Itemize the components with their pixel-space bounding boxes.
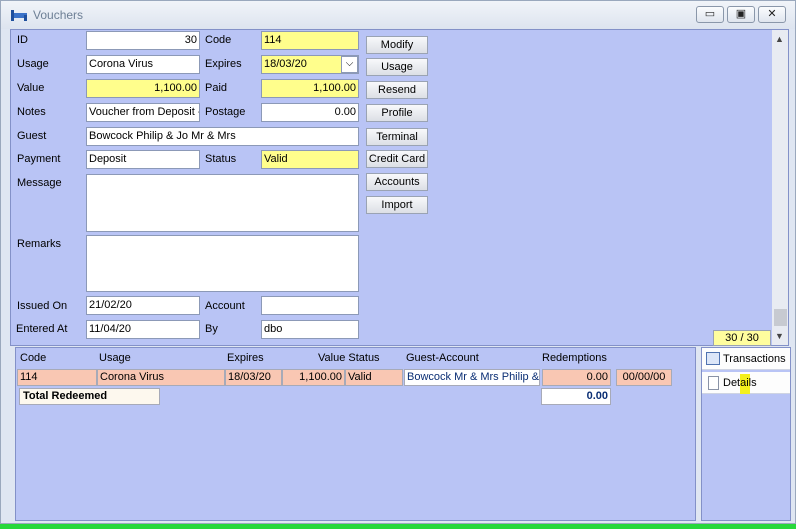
import-button[interactable]: Import (366, 196, 428, 214)
col-header-code[interactable]: Code (20, 352, 46, 364)
message-label: Message (17, 177, 62, 189)
chevron-down-icon[interactable]: ⌵ (341, 56, 358, 73)
guest-field[interactable]: Bowcock Philip & Jo Mr & Mrs (86, 127, 359, 146)
remarks-field[interactable] (86, 235, 359, 292)
status-field[interactable]: Valid (261, 150, 359, 169)
bed-icon (11, 10, 27, 21)
col-header-usage[interactable]: Usage (99, 352, 131, 364)
scroll-thumb[interactable] (774, 309, 787, 326)
document-icon (708, 376, 719, 390)
col-header-expires[interactable]: Expires (227, 352, 264, 364)
account-field[interactable] (261, 296, 359, 315)
by-field[interactable]: dbo (261, 320, 359, 339)
usage-label: Usage (17, 58, 49, 70)
tab-transactions[interactable]: Transactions (702, 348, 790, 370)
value-label: Value (17, 82, 45, 94)
tab-details-label: Details (723, 377, 757, 389)
payment-label: Payment (17, 153, 61, 165)
remarks-label: Remarks (17, 238, 62, 250)
notes-label: Notes (17, 106, 46, 118)
row-date[interactable]: 00/00/00 (616, 369, 672, 386)
restore-button[interactable]: ▣ (727, 6, 755, 23)
scroll-up-icon[interactable]: ▲ (775, 34, 784, 44)
paid-field[interactable]: 1,100.00 (261, 79, 359, 98)
record-pager: 30 / 30 (713, 330, 771, 346)
postage-field[interactable]: 0.00 (261, 103, 359, 122)
window-title: Vouchers (33, 8, 84, 22)
row-usage[interactable]: Corona Virus (97, 369, 225, 386)
col-header-redemptions[interactable]: Redemptions (542, 352, 607, 364)
payment-field[interactable]: Deposit (86, 150, 200, 169)
row-guest-account[interactable]: Bowcock Mr & Mrs Philip & J (404, 369, 540, 386)
entered-at-field[interactable]: 11/04/20 (86, 320, 200, 339)
scroll-down-icon[interactable]: ▼ (775, 331, 784, 341)
accounts-button[interactable]: Accounts (366, 173, 428, 191)
close-button[interactable]: ✕ (758, 6, 786, 23)
transactions-icon (706, 352, 720, 365)
tab-transactions-label: Transactions (723, 353, 786, 365)
minimize-button[interactable]: ▭ (696, 6, 724, 23)
by-label: By (205, 323, 218, 335)
issued-on-label: Issued On (17, 300, 68, 312)
code-field[interactable]: 114 (261, 31, 359, 50)
row-expires[interactable]: 18/03/20 (225, 369, 282, 386)
id-label: ID (17, 34, 28, 46)
total-redeemed-label: Total Redeemed (19, 388, 160, 405)
usage-button[interactable]: Usage (366, 58, 428, 76)
form-scrollbar[interactable] (772, 30, 788, 345)
col-header-value-status[interactable]: Value Status (318, 352, 380, 364)
usage-field[interactable]: Corona Virus (86, 55, 200, 74)
terminal-button[interactable]: Terminal (366, 128, 428, 146)
status-label: Status (205, 153, 237, 165)
row-status[interactable]: Valid (345, 369, 403, 386)
code-label: Code (205, 34, 232, 46)
profile-button[interactable]: Profile (366, 104, 428, 122)
col-header-guest-account[interactable]: Guest-Account (406, 352, 479, 364)
postage-label: Postage (205, 106, 246, 118)
total-redeemed-value: 0.00 (541, 388, 611, 405)
credit-card-button[interactable]: Credit Card (366, 150, 428, 168)
value-field[interactable]: 1,100.00 (86, 79, 200, 98)
row-redemptions[interactable]: 0.00 (542, 369, 611, 386)
entered-at-label: Entered At (16, 323, 68, 335)
expires-label: Expires (205, 58, 242, 70)
status-bar (0, 524, 796, 529)
title-bar[interactable] (1, 1, 795, 29)
row-value[interactable]: 1,100.00 (282, 369, 345, 386)
message-field[interactable] (86, 174, 359, 232)
issued-on-field[interactable]: 21/02/20 (86, 296, 200, 315)
row-code[interactable]: 114 (17, 369, 97, 386)
modify-button[interactable]: Modify (366, 36, 428, 54)
account-label: Account (205, 300, 245, 312)
guest-label: Guest (17, 130, 47, 142)
tab-details[interactable]: Details (702, 372, 790, 394)
id-field[interactable]: 30 (86, 31, 200, 50)
resend-button[interactable]: Resend (366, 81, 428, 99)
notes-field[interactable]: Voucher from Deposit - (86, 103, 200, 122)
paid-label: Paid (205, 82, 228, 94)
